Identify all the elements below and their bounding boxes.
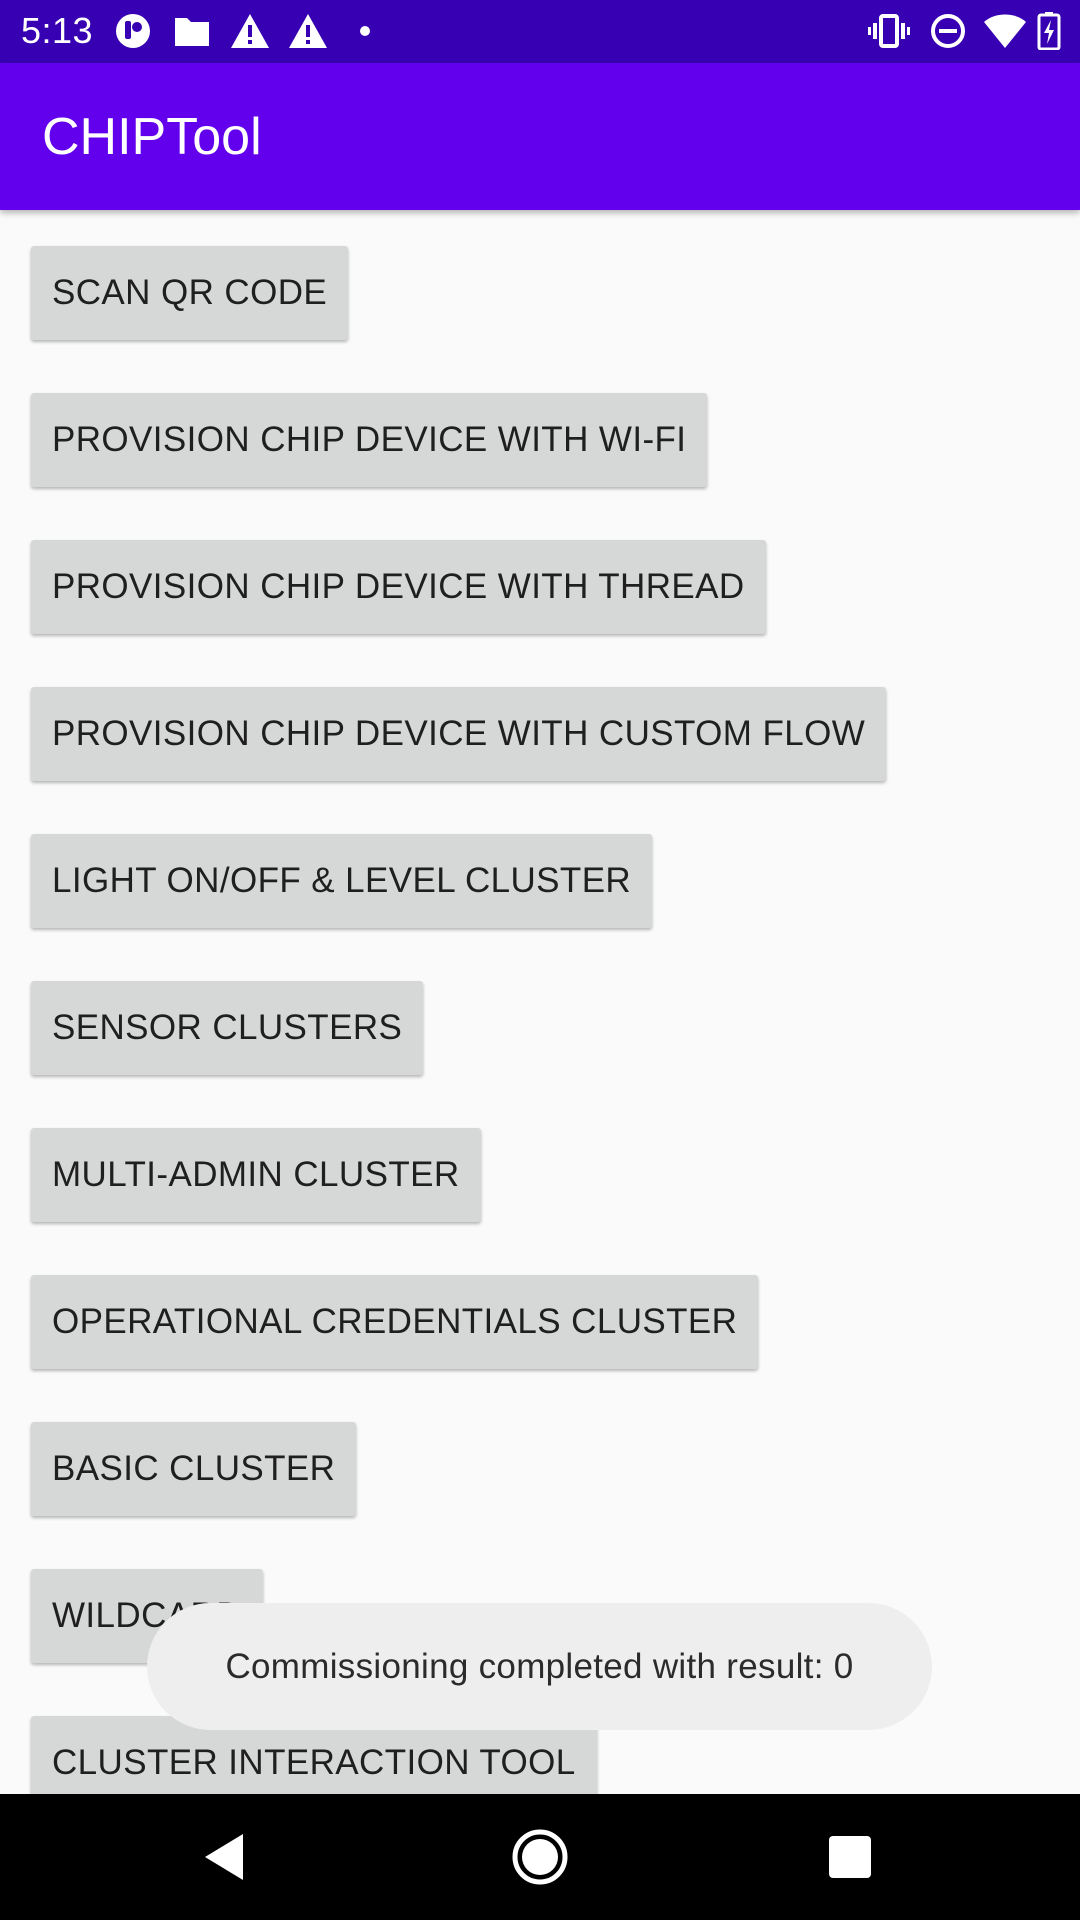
provision-wifi-button[interactable]: PROVISION CHIP DEVICE WITH WI-FI — [31, 393, 708, 487]
multi-admin-cluster-button[interactable]: MULTI-ADMIN CLUSTER — [31, 1128, 481, 1222]
folder-icon — [175, 18, 209, 46]
operational-credentials-cluster-button[interactable]: OPERATIONAL CREDENTIALS CLUSTER — [31, 1275, 759, 1369]
warning-icon — [231, 14, 269, 48]
button-list[interactable]: SCAN QR CODE PROVISION CHIP DEVICE WITH … — [0, 210, 1080, 1794]
assistant-icon — [116, 14, 150, 48]
light-on-off-level-cluster-button[interactable]: LIGHT ON/OFF & LEVEL CLUSTER — [31, 834, 653, 928]
screen: 5:13 CHIPTool SCAN QR CODE PROVISION CHI… — [0, 0, 1080, 1920]
wifi-icon — [984, 14, 1026, 48]
app-bar: CHIPTool — [0, 63, 1080, 210]
battery-charging-icon — [1037, 12, 1061, 50]
recents-icon[interactable] — [815, 1822, 885, 1892]
navigation-bar — [0, 1794, 1080, 1920]
basic-cluster-button[interactable]: BASIC CLUSTER — [31, 1422, 357, 1516]
app-title: CHIPTool — [42, 108, 262, 166]
status-bar: 5:13 — [0, 0, 1080, 63]
vibrate-icon — [868, 14, 910, 48]
do-not-disturb-icon — [931, 14, 965, 48]
dot-icon — [360, 26, 370, 36]
status-time: 5:13 — [21, 10, 94, 51]
sensor-clusters-button[interactable]: SENSOR CLUSTERS — [31, 981, 424, 1075]
provision-thread-button[interactable]: PROVISION CHIP DEVICE WITH THREAD — [31, 540, 766, 634]
scan-qr-code-button[interactable]: SCAN QR CODE — [31, 246, 349, 340]
toast-message: Commissioning completed with result: 0 — [147, 1603, 932, 1730]
back-icon[interactable] — [191, 1822, 261, 1892]
provision-custom-flow-button[interactable]: PROVISION CHIP DEVICE WITH CUSTOM FLOW — [31, 687, 887, 781]
warning-icon — [289, 14, 327, 48]
home-icon[interactable] — [505, 1822, 575, 1892]
